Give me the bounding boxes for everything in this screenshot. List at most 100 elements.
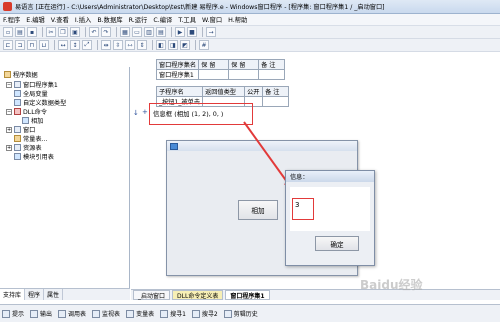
app-icon: [3, 2, 12, 11]
stop-icon[interactable]: ■: [187, 27, 197, 37]
app-window-icon: [170, 142, 178, 150]
tree-item-constants[interactable]: 常量表...: [14, 134, 47, 143]
tab-watch[interactable]: 监视表: [92, 309, 120, 318]
tab-variables[interactable]: 变量表: [126, 309, 154, 318]
cut-icon[interactable]: ✂: [46, 27, 56, 37]
tab-call-stack[interactable]: 调用表: [58, 309, 86, 318]
align-left-icon[interactable]: ⊏: [3, 40, 13, 50]
menu-tools[interactable]: T.工具: [178, 15, 196, 24]
variables-icon: [126, 309, 135, 318]
space-h-icon[interactable]: ⇹: [101, 40, 111, 50]
align-top-icon[interactable]: ⊓: [27, 40, 37, 50]
open-file-icon[interactable]: ▤: [15, 27, 25, 37]
layout-icon[interactable]: ▦: [120, 27, 130, 37]
highlight-box: [292, 198, 314, 220]
same-height-icon[interactable]: ↕: [70, 40, 80, 50]
align-center-icon[interactable]: ⊐: [15, 40, 25, 50]
grid-icon[interactable]: ▥: [144, 27, 154, 37]
redo-icon[interactable]: ↷: [101, 27, 111, 37]
same-width-icon[interactable]: ↔: [58, 40, 68, 50]
lock-icon[interactable]: ◩: [180, 40, 190, 50]
new-file-icon[interactable]: ▫: [3, 27, 13, 37]
tree-item-add-func[interactable]: 相加: [22, 116, 43, 125]
clipboard-icon: [223, 309, 232, 318]
undo-icon[interactable]: ↶: [89, 27, 99, 37]
menu-view[interactable]: V.查看: [51, 15, 69, 24]
tab-window-assembly[interactable]: 窗口程序集1: [225, 290, 270, 300]
tab-hint[interactable]: 提示: [2, 309, 24, 318]
tree-item-dll[interactable]: − DLL命令: [6, 107, 47, 116]
output-icon: [30, 309, 39, 318]
tree-item-window[interactable]: + 窗口: [6, 125, 35, 134]
tab-startup-window[interactable]: _启动窗口: [133, 290, 171, 300]
table-icon[interactable]: ▤: [156, 27, 166, 37]
table-cell[interactable]: [198, 69, 230, 80]
datatype-icon: [14, 99, 21, 106]
menu-run[interactable]: R.运行: [129, 15, 148, 24]
menu-insert[interactable]: I.插入: [75, 15, 91, 24]
ok-button[interactable]: 确定: [315, 236, 359, 251]
space-v-icon[interactable]: ⇳: [113, 40, 123, 50]
expand-line-icon[interactable]: +: [142, 108, 148, 116]
save-icon[interactable]: ▪: [27, 27, 37, 37]
search-icon: [191, 309, 200, 318]
tab-properties[interactable]: 属性: [44, 289, 64, 300]
tree-item-modules[interactable]: 模块引用表: [14, 152, 54, 161]
tab-program[interactable]: 程序: [25, 289, 45, 300]
center-v-icon[interactable]: ⇕: [137, 40, 147, 50]
tab-search1[interactable]: 搜寻1: [160, 309, 186, 318]
tree-item-resources[interactable]: + 资源表: [6, 143, 42, 152]
copy-icon[interactable]: ❐: [58, 27, 68, 37]
tab-search2[interactable]: 搜寻2: [191, 309, 218, 318]
tree-item-assembly[interactable]: − 窗口程序集1: [6, 80, 58, 89]
tab-clip-history[interactable]: 剪辑历史: [223, 309, 258, 318]
table-cell[interactable]: 窗口程序集1: [155, 69, 200, 80]
function-icon: [22, 117, 29, 124]
hint-icon: [2, 309, 10, 318]
tab-dll-definitions[interactable]: DLL命令定义表: [172, 290, 224, 300]
tree-root[interactable]: 程序数据: [4, 70, 38, 79]
book-icon: [4, 71, 11, 78]
align-bottom-icon[interactable]: ⊔: [39, 40, 49, 50]
expand-icon[interactable]: +: [6, 126, 12, 133]
watermark: Baidu经验: [360, 278, 423, 292]
table-cell[interactable]: [262, 96, 290, 107]
tree-item-global-vars[interactable]: 全局变量: [14, 89, 48, 98]
column-header: 备 注: [262, 86, 290, 97]
message-dialog-titlebar[interactable]: 信息：: [286, 171, 374, 182]
menu-program[interactable]: F.程序: [3, 15, 20, 24]
menu-help[interactable]: H.帮助: [228, 15, 247, 24]
add-button[interactable]: 相加: [238, 200, 278, 220]
collapse-icon[interactable]: −: [6, 108, 12, 115]
window-icon[interactable]: ▭: [132, 27, 142, 37]
run-icon[interactable]: ▶: [175, 27, 185, 37]
bottom-panel-bar: 提示 输出 调用表 监视表 变量表 搜寻1 搜寻2 剪辑历史: [0, 304, 500, 322]
window-title: 易语言 [正在运行] - C:\Users\Administrator\Desk…: [15, 4, 385, 11]
menu-window[interactable]: W.窗口: [202, 15, 222, 24]
step-icon[interactable]: →: [206, 27, 216, 37]
left-panel-tabs: 支持库 程序 属性: [0, 288, 130, 300]
expand-icon[interactable]: +: [6, 144, 12, 151]
column-header: 保 留: [198, 59, 230, 70]
tab-order-icon[interactable]: #: [199, 40, 209, 50]
table-cell[interactable]: [228, 69, 260, 80]
assembly-table: 窗口程序集名 保 留 保 留 备 注 窗口程序集1: [155, 59, 286, 80]
tree-item-custom-types[interactable]: 自定义数据类型: [14, 98, 66, 107]
project-tree-panel: 程序数据 − 窗口程序集1 全局变量 自定义数据类型 − DLL命令 相加 + …: [0, 67, 130, 288]
bring-front-icon[interactable]: ◧: [156, 40, 166, 50]
column-header: 返回值类型: [202, 86, 246, 97]
center-h-icon[interactable]: ⇿: [125, 40, 135, 50]
menu-edit[interactable]: E.编辑: [26, 15, 45, 24]
tab-output[interactable]: 输出: [30, 309, 52, 318]
paste-icon[interactable]: ▣: [70, 27, 80, 37]
menu-compile[interactable]: C.编译: [153, 15, 172, 24]
column-header: 窗口程序集名: [155, 59, 200, 70]
resource-icon: [14, 144, 21, 151]
collapse-icon[interactable]: −: [6, 81, 12, 88]
toolbar-main: ▫ ▤ ▪ ✂ ❐ ▣ ↶ ↷ ▦ ▭ ▥ ▤ ▶ ■ →: [0, 26, 500, 39]
send-back-icon[interactable]: ◨: [168, 40, 178, 50]
table-cell[interactable]: [258, 69, 286, 80]
same-size-icon[interactable]: ⤢: [82, 40, 92, 50]
menu-database[interactable]: B.数据库: [97, 15, 122, 24]
tab-support-lib[interactable]: 支持库: [0, 289, 26, 300]
